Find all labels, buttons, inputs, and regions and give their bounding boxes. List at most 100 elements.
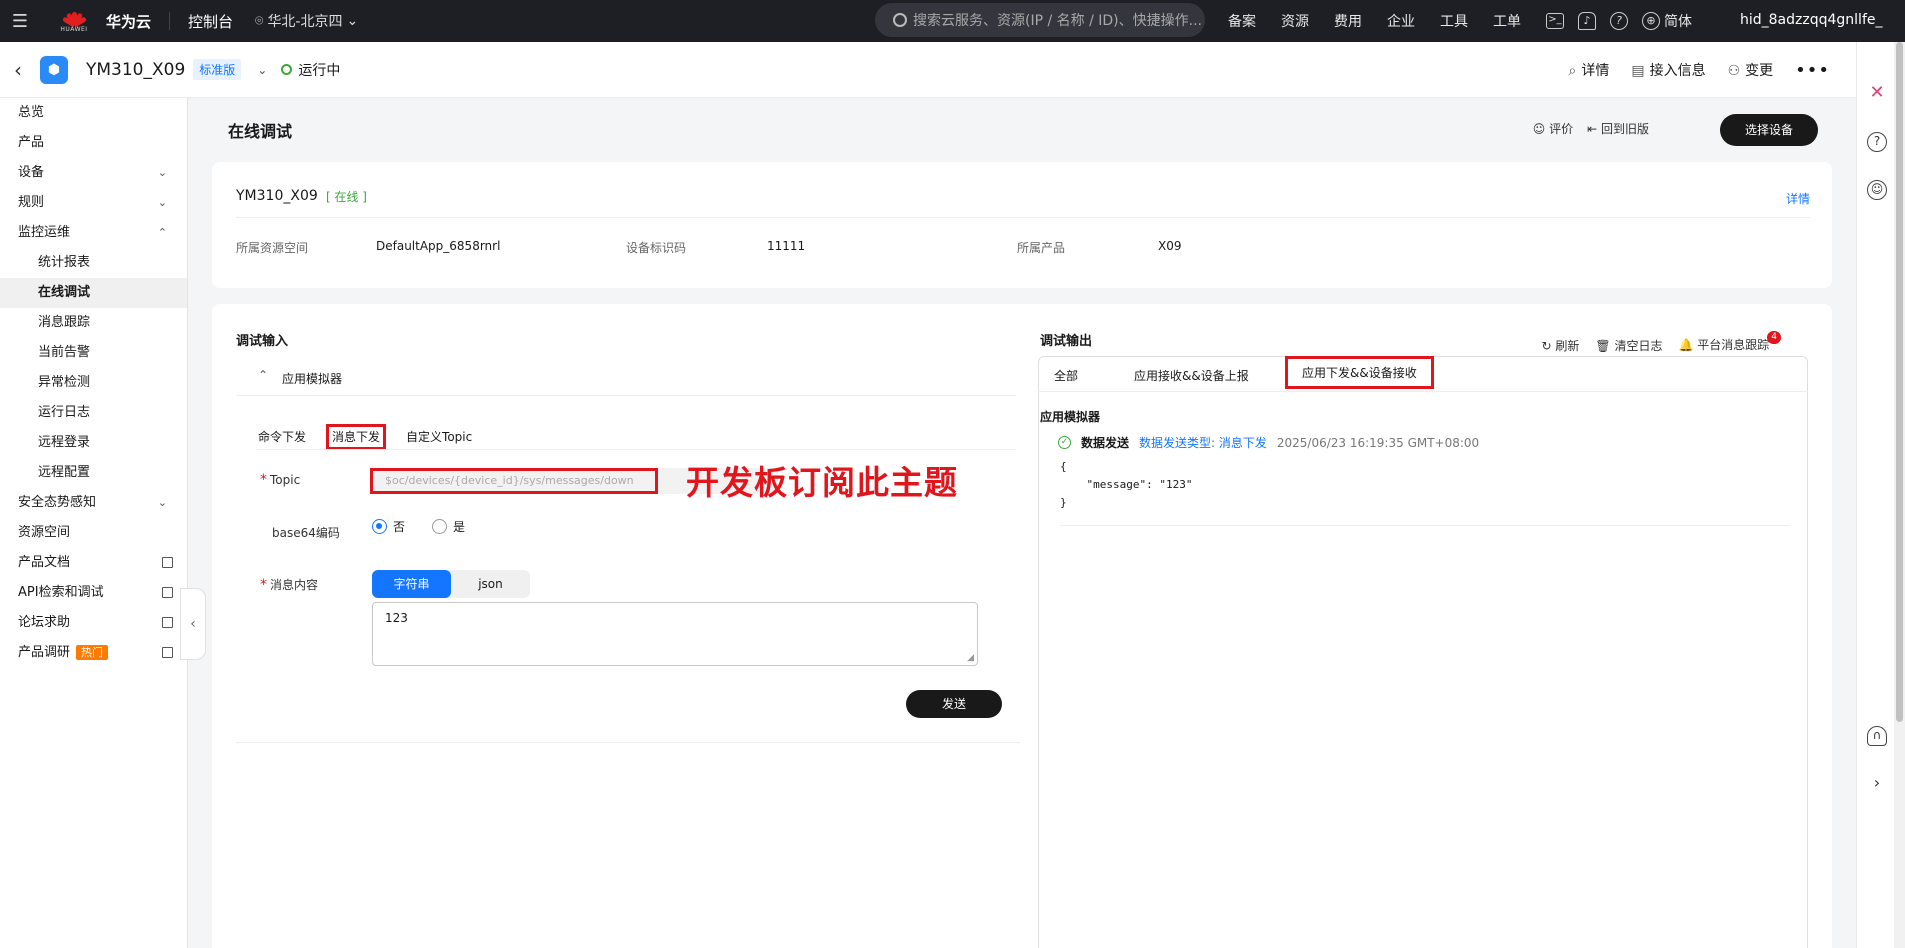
trace-count-badge: 4: [1767, 331, 1781, 344]
sidebar-item-products[interactable]: 产品: [0, 128, 187, 158]
refresh-icon: ↻: [1541, 338, 1556, 353]
more-icon[interactable]: •••: [1795, 60, 1830, 81]
resource-space-value: DefaultApp_6858rnrl: [376, 239, 501, 253]
bell-icon[interactable]: ♪: [1578, 12, 1596, 30]
sidebar-item-overview[interactable]: 总览: [0, 98, 187, 128]
sidebar-item-anomaly[interactable]: 异常检测: [0, 368, 187, 398]
base64-no-radio[interactable]: 否: [372, 518, 405, 535]
exit-icon: ⇤: [1587, 122, 1601, 136]
sidebar-item-rules[interactable]: 规则 ⌄: [0, 188, 187, 218]
menu-icon[interactable]: ☰: [0, 11, 40, 32]
chevron-right-icon[interactable]: ›: [1867, 774, 1887, 794]
nav-beian[interactable]: 备案: [1228, 11, 1256, 31]
back-arrow-icon[interactable]: ‹: [0, 58, 36, 82]
content-type-json[interactable]: json: [451, 570, 530, 598]
sidebar-item-remote-config[interactable]: 远程配置: [0, 458, 187, 488]
base64-yes-radio[interactable]: 是: [432, 518, 465, 535]
required-mark: *: [260, 577, 267, 593]
rate-button[interactable]: ☺ 评价: [1533, 120, 1573, 137]
back-old-version-button[interactable]: ⇤ 回到旧版: [1587, 120, 1649, 137]
chevron-down-icon: ⌄: [157, 166, 167, 179]
huawei-logo[interactable]: HUAWEI: [54, 9, 94, 33]
region-selector[interactable]: ⌾ 华北-北京四 ⌄: [255, 11, 358, 31]
chevron-down-icon[interactable]: ⌄: [257, 63, 267, 77]
sidebar-item-label: 远程登录: [38, 435, 91, 450]
nav-billing[interactable]: 费用: [1334, 11, 1362, 31]
nav-enterprise[interactable]: 企业: [1387, 11, 1415, 31]
sidebar-item-security[interactable]: 安全态势感知 ⌄: [0, 488, 187, 518]
content-type-string[interactable]: 字符串: [372, 570, 451, 598]
clear-log-button[interactable]: 🗑 清空日志: [1595, 337, 1662, 354]
brand-name[interactable]: 华为云: [106, 11, 151, 32]
access-info-label: 接入信息: [1649, 63, 1706, 79]
sidebar-item-label: 资源空间: [18, 525, 71, 540]
tab-custom-topic[interactable]: 自定义Topic: [404, 424, 474, 450]
top-nav: 备案 资源 费用 企业 工具 工单 >_ ♪ ? ⊕ 简体: [1228, 0, 1717, 42]
chevron-up-icon: ⌃: [258, 368, 269, 382]
globe-icon[interactable]: ⊕: [1642, 12, 1660, 30]
sidebar-item-forum[interactable]: 论坛求助: [0, 608, 187, 638]
nav-tools[interactable]: 工具: [1440, 11, 1468, 31]
sidebar-collapse-handle[interactable]: ‹: [180, 588, 206, 660]
page-scrollbar[interactable]: [1894, 42, 1905, 948]
topic-label-text: Topic: [270, 473, 301, 487]
sidebar-item-monitoring[interactable]: 监控运维 ⌃: [0, 218, 187, 248]
simulator-label: 应用模拟器: [282, 372, 343, 386]
sidebar-item-alarms[interactable]: 当前告警: [0, 338, 187, 368]
sidebar-item-resource-space[interactable]: 资源空间: [0, 518, 187, 548]
divider: [169, 12, 171, 30]
tab-app-receive[interactable]: 应用接收&&设备上报: [1134, 367, 1249, 384]
scrollbar-thumb[interactable]: [1896, 42, 1903, 722]
sidebar-item-run-logs[interactable]: 运行日志: [0, 398, 187, 428]
sidebar-item-online-debug[interactable]: 在线调试: [0, 278, 187, 308]
change-button[interactable]: ⚇ 变更: [1728, 60, 1774, 80]
instance-status: 运行中: [281, 60, 340, 80]
help-icon[interactable]: ?: [1867, 132, 1887, 152]
header-actions: ⌕ 详情 ▤ 接入信息 ⚇ 变更 •••: [1569, 42, 1831, 98]
sidebar-item-remote-login[interactable]: 远程登录: [0, 428, 187, 458]
sidebar-item-statistics[interactable]: 统计报表: [0, 248, 187, 278]
select-device-button[interactable]: 选择设备: [1720, 114, 1818, 146]
access-info-button[interactable]: ▤ 接入信息: [1631, 60, 1705, 80]
app-logo-icon[interactable]: ✕: [1867, 84, 1887, 104]
device-detail-link[interactable]: 详情: [1786, 190, 1810, 207]
sidebar-item-api[interactable]: API检索和调试: [0, 578, 187, 608]
send-button[interactable]: 发送: [906, 690, 1002, 718]
sidebar-item-message-trace[interactable]: 消息跟踪: [0, 308, 187, 338]
sidebar-item-survey[interactable]: 产品调研 热门: [0, 638, 187, 668]
language-selector[interactable]: 简体: [1664, 11, 1692, 31]
simulator-accordion[interactable]: ⌃ 应用模拟器: [236, 360, 1016, 396]
help-icon[interactable]: ?: [1610, 12, 1628, 30]
resize-grip-icon[interactable]: ◢: [967, 653, 974, 663]
customer-service-icon[interactable]: ∩: [1867, 726, 1887, 746]
right-rail: ✕ ? ☺ ∩ ›: [1856, 42, 1894, 948]
tab-app-send[interactable]: 应用下发&&设备接收: [1285, 356, 1434, 389]
terminal-icon[interactable]: >_: [1546, 13, 1564, 29]
detail-button[interactable]: ⌕ 详情: [1569, 60, 1610, 80]
nav-tickets[interactable]: 工单: [1493, 11, 1521, 31]
user-account[interactable]: hid_8adzzqq4gnllfe_: [1740, 12, 1882, 28]
search-placeholder: 搜索云服务、资源(IP / 名称 / ID)、快捷操作...: [913, 13, 1202, 29]
tab-message-down[interactable]: 消息下发: [326, 424, 387, 450]
output-toolbar: ↻ 刷新 🗑 清空日志 🔔 平台消息跟踪4: [1542, 331, 1783, 354]
sidebar-item-devices[interactable]: 设备 ⌄: [0, 158, 187, 188]
console-link[interactable]: 控制台: [188, 11, 233, 32]
message-content-textarea[interactable]: 123 ◢: [372, 602, 978, 666]
document-icon: ▤: [1631, 63, 1645, 79]
tab-all[interactable]: 全部: [1054, 367, 1078, 384]
tab-command[interactable]: 命令下发: [256, 424, 308, 450]
input-tabs: 命令下发 消息下发 自定义Topic: [256, 424, 474, 450]
sidebar-item-label: 当前告警: [38, 345, 91, 360]
sidebar-item-label: 消息跟踪: [38, 315, 91, 330]
platform-trace-button[interactable]: 🔔 平台消息跟踪4: [1678, 331, 1783, 354]
sidebar-item-label: 设备: [18, 165, 45, 180]
nav-resources[interactable]: 资源: [1281, 11, 1309, 31]
sidebar-item-docs[interactable]: 产品文档: [0, 548, 187, 578]
feedback-smile-icon[interactable]: ☺: [1867, 180, 1887, 200]
topic-input[interactable]: $oc/devices/{device_id}/sys/messages/dow…: [370, 468, 658, 494]
trash-icon: 🗑: [1595, 338, 1615, 353]
refresh-button[interactable]: ↻ 刷新: [1542, 337, 1580, 354]
check-circle-icon: ✓: [1058, 436, 1071, 449]
global-search-input[interactable]: 搜索云服务、资源(IP / 名称 / ID)、快捷操作...: [875, 3, 1205, 37]
external-link-icon: [162, 647, 173, 658]
